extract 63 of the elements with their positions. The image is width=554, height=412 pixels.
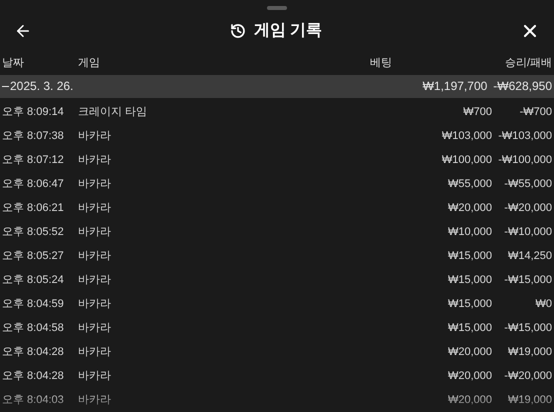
drag-handle[interactable] [267,6,287,10]
game-cell-text: 바카라 [78,200,112,216]
time-cell-text: 오후 8:09:14 [2,104,65,120]
column-header: 날짜 [2,56,24,71]
bet-cell-text: ₩700 [463,104,492,120]
time-cell-text: 오후 8:05:27 [2,248,65,264]
game-cell-text: 바카라 [78,224,112,240]
group-date: 2025. 3. 26. [10,78,74,96]
game-cell-text: 바카라 [78,296,112,312]
bet-cell-text: ₩100,000 [442,152,492,168]
bet-cell-text: ₩15,000 [448,272,492,288]
game-cell-text: 바카라 [78,248,112,264]
game-cell-text: 바카라 [78,272,112,288]
result-cell-text: ₩0 [536,296,552,312]
time-cell-text: 오후 8:04:58 [2,320,65,336]
result-cell-text: -₩20,000 [504,200,552,216]
result-cell-text: -₩20,000 [504,368,552,384]
result-cell-text: -₩15,000 [504,272,552,288]
result-cell-text: ₩14,250 [508,248,552,264]
time-cell-text: 오후 8:04:59 [2,296,65,312]
time-cell-text: 오후 8:07:12 [2,152,65,168]
time-cell-text: 오후 8:04:28 [2,368,65,384]
bet-cell-text: ₩20,000 [448,392,492,408]
game-cell-text: 바카라 [78,344,112,360]
bet-cell-text: ₩20,000 [448,344,492,360]
column-header: 승리/패배 [504,56,552,71]
game-cell-text: 바카라 [78,320,112,336]
result-cell-text: -₩55,000 [504,176,552,192]
result-cell-text: -₩15,000 [504,320,552,336]
bet-cell-text: ₩15,000 [448,320,492,336]
total-result: -₩628,950 [493,78,552,96]
history-icon [230,22,246,39]
total-bet: ₩1,197,700 [422,78,488,96]
bet-cell-text: ₩103,000 [442,128,492,144]
result-cell-text: -₩700 [520,104,552,120]
game-cell-text: 바카라 [78,368,112,384]
time-cell-text: 오후 8:06:47 [2,176,65,192]
game-cell-text: 크레이지 타임 [78,104,148,120]
bet-cell-text: ₩15,000 [448,248,492,264]
result-cell-text: -₩103,000 [498,128,552,144]
bet-cell-text: ₩55,000 [448,176,492,192]
time-cell-text: 오후 8:05:52 [2,224,65,240]
result-cell-text: -₩100,000 [498,152,552,168]
game-cell-text: 바카라 [78,152,112,168]
bet-cell-text: ₩20,000 [448,368,492,384]
game-cell-text: 바카라 [78,176,112,192]
time-cell-text: 오후 8:06:21 [2,200,65,216]
time-cell-text: 오후 8:05:24 [2,272,65,288]
game-cell-text: 바카라 [78,392,112,408]
game-cell-text: 바카라 [78,128,112,144]
column-header: 베팅 [370,56,392,71]
bet-cell-text: ₩10,000 [448,224,492,240]
time-cell-text: 오후 8:04:28 [2,344,65,360]
time-cell-text: 오후 8:04:03 [2,392,65,408]
bet-cell-text: ₩15,000 [448,296,492,312]
result-cell-text: ₩19,000 [508,344,552,360]
bet-cell-text: ₩20,000 [448,200,492,216]
date-group-row[interactable]: 2025. 3. 26. ₩1,197,700 -₩628,950 [0,74,554,98]
result-cell-text: ₩19,000 [508,392,552,408]
result-cell-text: -₩10,000 [504,224,552,240]
column-header: 게임 [78,56,100,71]
window-title: 게임 기록 [254,20,322,41]
time-cell-text: 오후 8:07:38 [2,128,65,144]
